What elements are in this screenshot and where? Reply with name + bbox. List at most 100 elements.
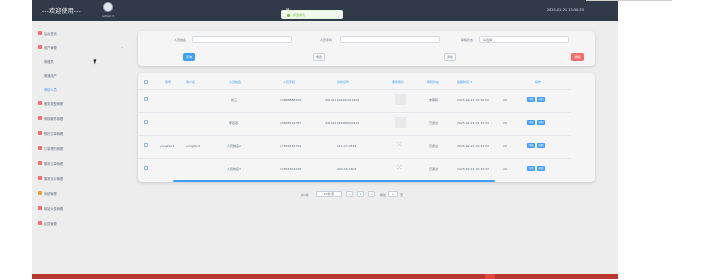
sidebar-item-label: 服务评价管理 bbox=[44, 177, 64, 181]
app-window: ---欢迎使用--- admin ▾ 统 2025-02-21 15:50:53… bbox=[32, 0, 618, 279]
edit-button[interactable]: 编辑 bbox=[537, 143, 545, 148]
column-header[interactable]: 账号 bbox=[165, 80, 171, 84]
edit-button[interactable]: 编辑 bbox=[537, 97, 545, 102]
divider bbox=[586, 0, 672, 1]
sidebar-item-label: 网站公告管理 bbox=[44, 207, 64, 211]
table-row[interactable]: 张三 13888888433 441421199901010202 未审核 20… bbox=[138, 89, 571, 108]
cell-status: 未审核 bbox=[429, 98, 439, 102]
cell-time: 2025-02-21 15:34:33 bbox=[457, 167, 489, 171]
sidebar-item-home[interactable]: 后台首页 bbox=[32, 30, 138, 38]
next-page-button[interactable]: > bbox=[368, 191, 375, 197]
bottom-bar bbox=[32, 274, 618, 279]
search-panel: 人员姓名 人员手机 审核状态 查询 重置 添加 删除 bbox=[138, 31, 595, 66]
row-checkbox[interactable] bbox=[144, 143, 148, 147]
search-button[interactable]: 查询 bbox=[183, 53, 195, 61]
user-menu[interactable]: admin ▾ bbox=[102, 14, 114, 18]
sidebar-item-label: 服务订单管理 bbox=[44, 162, 64, 166]
cell-account: yongfen3 bbox=[160, 144, 175, 148]
goto-page-input[interactable]: 1 bbox=[388, 191, 398, 197]
phone-input[interactable] bbox=[340, 36, 440, 43]
sidebar-item-booking-orders[interactable]: 预约订单管理 bbox=[32, 130, 138, 138]
sidebar-item-label: 反馈管理 bbox=[44, 222, 57, 226]
detail-button[interactable]: 详情 bbox=[527, 120, 535, 125]
status-label: 审核状态 bbox=[461, 38, 474, 42]
success-icon bbox=[287, 14, 290, 17]
detail-button[interactable]: 详情 bbox=[527, 143, 535, 148]
add-button[interactable]: 添加 bbox=[444, 53, 456, 61]
prev-page-button[interactable]: < bbox=[346, 191, 353, 197]
header-datetime: 2025-02-21 15:50:53 bbox=[546, 8, 584, 12]
page-unit-label: 页 bbox=[400, 193, 404, 197]
user-icon bbox=[38, 45, 42, 49]
column-header[interactable]: 服务照片 bbox=[392, 80, 404, 84]
edit-button[interactable]: 编辑 bbox=[537, 120, 545, 125]
column-header[interactable]: 人员姓名 bbox=[229, 80, 241, 84]
success-toast: 修改成功 bbox=[281, 10, 343, 19]
sidebar-item-service-orders[interactable]: 服务订单管理 bbox=[32, 160, 138, 168]
status-select[interactable] bbox=[479, 36, 569, 43]
column-header[interactable]: 用户名 bbox=[186, 80, 195, 84]
sidebar-item-reviewers[interactable]: 审核人员 bbox=[32, 86, 138, 94]
data-table: 账号 用户名 人员姓名 人员手机 身份证号 服务照片 审核状态 提醒时间 ↕ 操… bbox=[138, 73, 595, 182]
sidebar-item-order-bookings[interactable]: 订单预约管理 bbox=[32, 145, 138, 153]
column-header[interactable]: 人员手机 bbox=[283, 80, 295, 84]
sidebar-item-announcements[interactable]: 网站公告管理 bbox=[32, 205, 138, 213]
settings-icon bbox=[38, 191, 42, 195]
sidebar-item-label: 用户管理 bbox=[44, 46, 57, 50]
cell-extra: 20 bbox=[503, 121, 507, 125]
cell-status: 已通过 bbox=[429, 167, 439, 171]
phone-label: 人员手机 bbox=[320, 38, 333, 42]
table-row[interactable]: 人员姓名3 17853323238 420-45-1603 ⁙ 已通过 2025… bbox=[138, 158, 571, 177]
menu-icon bbox=[38, 176, 42, 180]
sidebar-item-service-review[interactable]: 审核服务管理 bbox=[32, 115, 138, 123]
service-photo[interactable] bbox=[395, 117, 406, 128]
sidebar-item-regular-users[interactable]: 普通用户 bbox=[32, 72, 138, 80]
sidebar-item-label: 审核人员 bbox=[44, 88, 57, 92]
table-scrollbar[interactable] bbox=[173, 180, 495, 182]
menu-icon bbox=[38, 131, 42, 135]
menu-icon bbox=[38, 221, 42, 225]
column-header[interactable]: 提醒时间 ↕ bbox=[457, 80, 472, 84]
menu-icon bbox=[38, 101, 42, 105]
row-checkbox[interactable] bbox=[144, 166, 148, 170]
cell-id-card: 441421199980000101 bbox=[325, 121, 360, 125]
sidebar-item-label: 管理员 bbox=[44, 60, 54, 64]
column-header[interactable]: 身份证号 bbox=[337, 80, 349, 84]
detail-button[interactable]: 详情 bbox=[527, 97, 535, 102]
menu-icon bbox=[38, 116, 42, 120]
name-label: 人员姓名 bbox=[174, 38, 187, 42]
select-all-checkbox[interactable] bbox=[144, 80, 148, 84]
toast-message: 修改成功 bbox=[293, 13, 306, 17]
cell-id-card: 420-45-1603 bbox=[337, 167, 357, 171]
service-photo[interactable] bbox=[395, 94, 406, 105]
sidebar-item-service-reviews[interactable]: 服务评价管理 bbox=[32, 175, 138, 183]
menu-icon bbox=[38, 161, 42, 165]
sidebar-item-admins[interactable]: 管理员 bbox=[32, 58, 138, 66]
page-number-button[interactable]: 1 bbox=[357, 191, 364, 197]
row-checkbox[interactable] bbox=[144, 120, 148, 124]
sidebar-item-service-types[interactable]: 服务类型管理 bbox=[32, 100, 138, 108]
reset-button[interactable]: 重置 bbox=[313, 53, 325, 61]
sidebar-item-user-management[interactable]: 用户管理 ^ bbox=[32, 44, 138, 52]
avatar[interactable] bbox=[103, 2, 113, 12]
sidebar-item-label: 审核服务管理 bbox=[44, 117, 64, 121]
cell-username: yongfen3 bbox=[186, 144, 201, 148]
row-checkbox[interactable] bbox=[144, 97, 148, 101]
cell-time: 2025-02-21 15:39:52 bbox=[457, 98, 489, 102]
name-input[interactable] bbox=[192, 36, 292, 43]
home-icon bbox=[38, 31, 42, 35]
cell-status: 已通过 bbox=[429, 144, 439, 148]
table-row[interactable]: 李四四 15828319787 441421199980000101 已通过 2… bbox=[138, 112, 571, 131]
page-size-select[interactable]: 10条/页 bbox=[316, 191, 342, 197]
sidebar-item-system[interactable]: 系统管理 bbox=[32, 190, 138, 198]
detail-button[interactable]: 详情 bbox=[527, 166, 535, 171]
menu-icon bbox=[38, 146, 42, 150]
cell-name: 张三 bbox=[231, 98, 238, 102]
edit-button[interactable]: 编辑 bbox=[537, 166, 545, 171]
delete-button[interactable]: 删除 bbox=[571, 53, 584, 61]
column-header[interactable]: 审核状态 bbox=[427, 80, 439, 84]
table-row[interactable]: yongfen3 yongfen3 人员姓名2 17852536754 111-… bbox=[138, 135, 571, 154]
menu-icon bbox=[38, 206, 42, 210]
sidebar-item-feedback[interactable]: 反馈管理 bbox=[32, 220, 138, 228]
cell-extra: 20 bbox=[503, 144, 507, 148]
